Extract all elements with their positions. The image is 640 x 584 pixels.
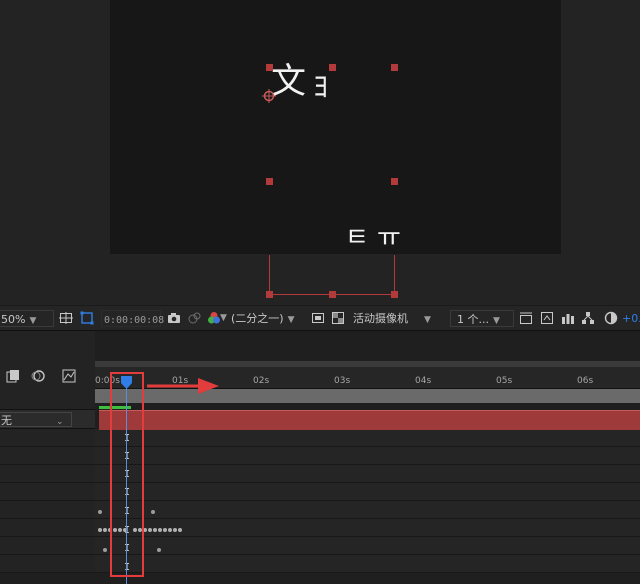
- transform-handle[interactable]: [329, 64, 336, 71]
- transform-handle[interactable]: [266, 178, 273, 185]
- text-layer-glyph-bottom-left[interactable]: ㅌ: [345, 222, 369, 254]
- ruler-label: 04s: [415, 376, 432, 386]
- resolution-select[interactable]: (二分之一) ▼: [231, 310, 305, 327]
- motion-dot: [157, 548, 161, 552]
- exposure-value[interactable]: +0.0: [622, 310, 640, 327]
- fast-previews-icon[interactable]: [540, 311, 554, 325]
- parent-select[interactable]: 无 ⌄: [0, 412, 72, 427]
- ruler-label: 06s: [577, 376, 594, 386]
- motion-dot: [151, 510, 155, 514]
- transform-handle[interactable]: [391, 178, 398, 185]
- track-row[interactable]: [95, 537, 640, 555]
- camera-view-select[interactable]: 活动摄像机 ▼: [353, 310, 445, 327]
- motion-dot: [103, 548, 107, 552]
- text-layer-glyph-bottom-right[interactable]: ㅠ: [377, 222, 401, 254]
- anchor-point-icon[interactable]: [262, 89, 276, 103]
- zoom-select[interactable]: 50% ▼: [0, 310, 54, 327]
- timeline-panel: 0:00s 01s 02s 03s 04s 05s 06s 无 ⌄: [0, 331, 640, 584]
- comp-mini-flowchart-icon[interactable]: [6, 369, 20, 383]
- property-row[interactable]: [0, 429, 95, 447]
- property-row[interactable]: [0, 501, 95, 519]
- layer-bounding-outline: [269, 255, 395, 295]
- property-row[interactable]: [0, 537, 95, 555]
- transform-handle[interactable]: [391, 64, 398, 71]
- chevron-down-icon: ▼: [29, 316, 37, 326]
- safe-margins-icon[interactable]: [59, 311, 73, 325]
- track-row[interactable]: [95, 465, 640, 483]
- property-row[interactable]: [0, 483, 95, 501]
- annotation-arrow-icon: [147, 378, 219, 394]
- flowchart-icon[interactable]: [581, 311, 595, 325]
- track-row[interactable]: [95, 447, 640, 465]
- transparency-grid-icon[interactable]: [331, 311, 345, 325]
- motion-dot: [98, 510, 102, 514]
- camera-snapshot-icon[interactable]: [167, 311, 181, 325]
- reset-exposure-icon[interactable]: [604, 311, 618, 325]
- timecode-display[interactable]: 0:00:00:08: [101, 310, 164, 327]
- ruler-label: 02s: [253, 376, 270, 386]
- text-layer-wen[interactable]: 文: [271, 62, 306, 102]
- layer-header-row: 无 ⌄: [0, 409, 95, 429]
- chevron-down-icon: ▼: [287, 315, 295, 325]
- motion-blur-switch-icon[interactable]: [31, 369, 45, 383]
- track-row[interactable]: [95, 501, 640, 519]
- property-row[interactable]: [0, 555, 95, 573]
- layer-duration-bar[interactable]: [99, 410, 640, 430]
- property-row[interactable]: [0, 465, 95, 483]
- track-row[interactable]: [95, 429, 640, 447]
- region-of-interest-icon[interactable]: [311, 311, 325, 325]
- ruler-label: 05s: [496, 376, 513, 386]
- composition-viewer[interactable]: 文 ﾖ ㅌ ㅠ: [0, 0, 640, 305]
- timeline-icon[interactable]: [561, 311, 575, 325]
- composition-canvas[interactable]: [110, 0, 561, 254]
- zoom-value: 50%: [1, 313, 26, 326]
- color-channels-icon[interactable]: [207, 311, 221, 325]
- property-row[interactable]: [0, 447, 95, 465]
- chevron-down-icon: ▼: [493, 316, 500, 326]
- chevron-down-icon: ⌄: [56, 417, 64, 427]
- chevron-down-icon: ▼: [424, 315, 431, 325]
- text-layer-glyph-top[interactable]: ﾖ: [313, 68, 328, 108]
- track-row[interactable]: [95, 483, 640, 501]
- graph-editor-icon[interactable]: [62, 369, 76, 383]
- mask-visibility-icon[interactable]: [80, 311, 94, 325]
- view-layout-select[interactable]: 1 个... ▼: [450, 310, 514, 327]
- transform-handle[interactable]: [266, 64, 273, 71]
- property-row[interactable]: [0, 519, 95, 537]
- toggle-pixel-aspect-icon[interactable]: [519, 311, 533, 325]
- ruler-label: 03s: [334, 376, 351, 386]
- chevron-down-icon[interactable]: ▼: [220, 310, 227, 327]
- track-row[interactable]: [95, 555, 640, 573]
- annotation-highlight-box: [110, 372, 144, 577]
- viewer-toolbar: 50% ▼ 0:00:00:08 ▼ (二分之一) ▼ 活动摄像机 ▼ 1 个... ▼: [0, 305, 640, 331]
- show-snapshot-icon[interactable]: [187, 311, 201, 325]
